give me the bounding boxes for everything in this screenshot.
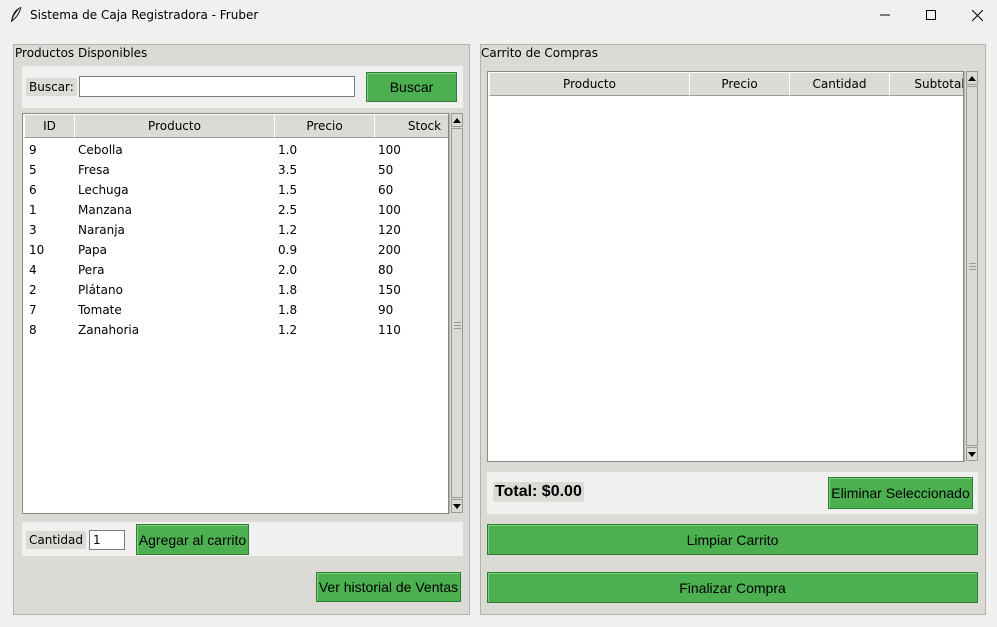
column-header-cart-precio[interactable]: Precio — [689, 72, 790, 96]
table-cell: 2.5 — [278, 203, 298, 217]
delete-selected-button[interactable]: Eliminar Seleccionado — [828, 477, 973, 509]
table-cell: 100 — [378, 203, 401, 217]
table-cell: 0.9 — [278, 243, 298, 257]
table-cell: 3.5 — [278, 163, 298, 177]
quantity-label: Cantidad — [26, 531, 86, 549]
quantity-input[interactable] — [89, 530, 125, 550]
table-row[interactable]: 10 Papa 0.9 200 — [23, 240, 448, 260]
arrow-down-icon — [453, 503, 461, 509]
table-row[interactable]: 1 Manzana 2.5 100 — [23, 200, 448, 220]
table-row[interactable]: 3 Naranja 1.2 120 — [23, 220, 448, 240]
table-cell: 110 — [378, 323, 401, 337]
table-cell: 1.2 — [278, 323, 298, 337]
table-cell: 50 — [378, 163, 394, 177]
close-icon — [971, 9, 983, 21]
table-cell: 100 — [378, 143, 401, 157]
column-header-cart-producto[interactable]: Producto — [489, 72, 690, 96]
table-cell: 1.5 — [278, 183, 298, 197]
table-row[interactable]: 6 Lechuga 1.5 60 — [23, 180, 448, 200]
cart-scroll-thumb[interactable] — [966, 86, 978, 446]
table-cell: 10 — [29, 243, 45, 257]
column-header-cart-cantidad[interactable]: Cantidad — [789, 72, 890, 96]
table-cell: 90 — [378, 303, 394, 317]
cart-table[interactable]: Producto Precio Cantidad Subtotal — [487, 71, 964, 462]
table-cell: Lechuga — [78, 183, 129, 197]
table-cell: 150 — [378, 283, 401, 297]
table-cell: Fresa — [78, 163, 110, 177]
feather-icon — [11, 6, 22, 22]
cart-frame-label: Carrito de Compras — [481, 46, 598, 60]
window-title: Sistema de Caja Registradora - Fruber — [30, 8, 259, 22]
table-cell: 1.2 — [278, 223, 298, 237]
title-bar: Sistema de Caja Registradora - Fruber — [0, 0, 997, 30]
column-header-precio[interactable]: Precio — [274, 114, 375, 138]
table-row[interactable]: 5 Fresa 3.5 50 — [23, 160, 448, 180]
minimize-icon — [880, 14, 890, 16]
table-cell: Zanahoria — [78, 323, 140, 337]
table-cell: Tomate — [78, 303, 122, 317]
sales-history-button[interactable]: Ver historial de Ventas — [316, 572, 461, 602]
clear-cart-button[interactable]: Limpiar Carrito — [487, 524, 978, 555]
table-cell: 1.0 — [278, 143, 298, 157]
table-cell: 2 — [29, 283, 37, 297]
search-label: Buscar: — [26, 78, 77, 96]
table-cell: 120 — [378, 223, 401, 237]
products-scrollbar[interactable] — [449, 113, 463, 514]
table-cell: 1.8 — [278, 283, 298, 297]
search-button[interactable]: Buscar — [366, 72, 457, 102]
maximize-button[interactable] — [908, 0, 954, 30]
close-button[interactable] — [954, 0, 997, 30]
table-cell: 3 — [29, 223, 37, 237]
table-row[interactable]: 7 Tomate 1.8 90 — [23, 300, 448, 320]
table-cell: 9 — [29, 143, 37, 157]
arrow-up-icon — [453, 117, 461, 123]
cart-scroll-down-button[interactable] — [966, 447, 978, 461]
table-cell: Manzana — [78, 203, 132, 217]
table-cell: 6 — [29, 183, 37, 197]
table-cell: 1.8 — [278, 303, 298, 317]
table-cell: 2.0 — [278, 263, 298, 277]
column-header-id[interactable]: ID — [24, 114, 75, 138]
table-cell: Papa — [78, 243, 108, 257]
table-cell: Pera — [78, 263, 105, 277]
table-cell: Naranja — [78, 223, 125, 237]
table-row[interactable]: 2 Plátano 1.8 150 — [23, 280, 448, 300]
arrow-down-icon — [968, 451, 976, 457]
maximize-icon — [926, 10, 936, 20]
minimize-button[interactable] — [862, 0, 908, 30]
search-input[interactable] — [79, 76, 355, 97]
table-cell: 4 — [29, 263, 37, 277]
table-cell: Cebolla — [78, 143, 123, 157]
table-cell: 8 — [29, 323, 37, 337]
table-cell: 200 — [378, 243, 401, 257]
scroll-down-button[interactable] — [451, 499, 463, 513]
checkout-button[interactable]: Finalizar Compra — [487, 572, 978, 603]
table-cell: 5 — [29, 163, 37, 177]
table-cell: 1 — [29, 203, 37, 217]
table-cell: 60 — [378, 183, 394, 197]
products-frame-label: Productos Disponibles — [15, 46, 148, 60]
table-cell: 80 — [378, 263, 394, 277]
cart-scrollbar[interactable] — [964, 71, 978, 462]
scroll-thumb[interactable] — [451, 128, 463, 498]
products-table[interactable]: ID Producto Precio Stock 9 Cebolla 1.0 100 5… — [22, 113, 449, 514]
table-cell: 7 — [29, 303, 37, 317]
arrow-up-icon — [968, 75, 976, 81]
cart-scroll-up-button[interactable] — [966, 71, 978, 85]
table-row[interactable]: 4 Pera 2.0 80 — [23, 260, 448, 280]
add-to-cart-button[interactable]: Agregar al carrito — [136, 524, 249, 555]
table-cell: Plátano — [78, 283, 123, 297]
table-row[interactable]: 8 Zanahoria 1.2 110 — [23, 320, 448, 340]
column-header-producto[interactable]: Producto — [74, 114, 275, 138]
scroll-up-button[interactable] — [451, 113, 463, 127]
table-row[interactable]: 9 Cebolla 1.0 100 — [23, 140, 448, 160]
column-header-stock[interactable]: Stock — [374, 114, 448, 138]
total-amount: Total: $0.00 — [493, 482, 584, 502]
column-header-cart-subtotal[interactable]: Subtotal — [889, 72, 963, 96]
